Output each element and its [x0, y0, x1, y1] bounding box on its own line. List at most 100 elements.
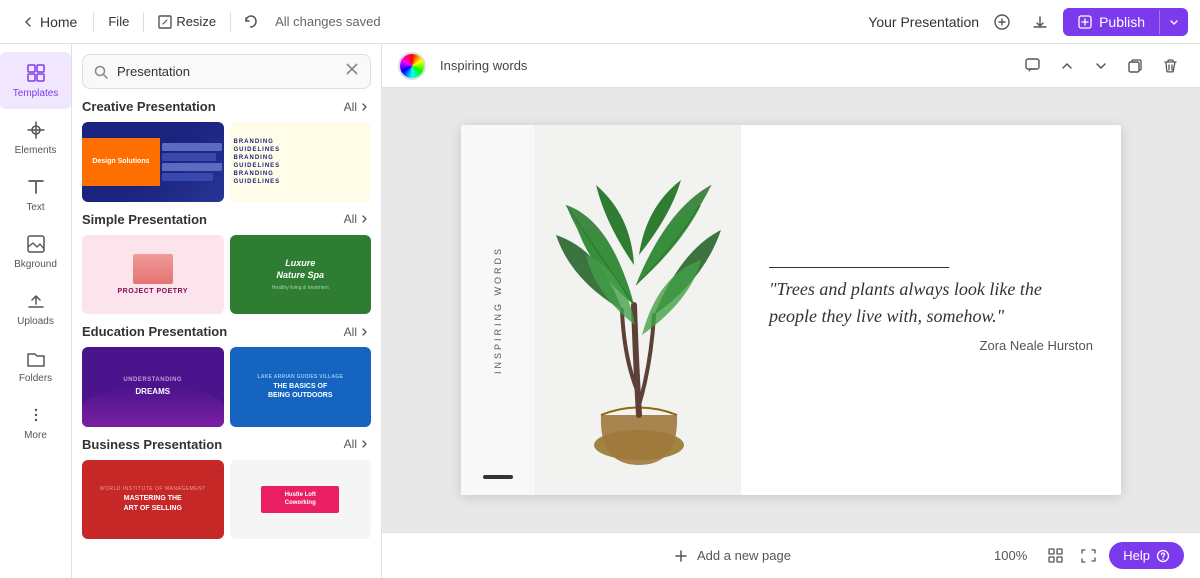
chevron-right-icon	[359, 326, 371, 338]
canvas-toolbar: Inspiring words	[382, 44, 1200, 88]
search-icon	[93, 64, 109, 80]
add-page-label: Add a new page	[697, 548, 791, 563]
canvas-toolbar-right	[1019, 52, 1184, 79]
template-card-project-poetry[interactable]: Project Poetry	[82, 235, 224, 315]
business-title: Business Presentation	[82, 437, 222, 452]
publish-dropdown[interactable]	[1159, 10, 1188, 34]
fullscreen-button[interactable]	[1076, 543, 1101, 568]
search-box	[82, 54, 371, 89]
bottom-bar: Add a new page 100% Help	[382, 532, 1200, 578]
download-button[interactable]	[1025, 7, 1055, 37]
education-section: Education Presentation All Understanding…	[82, 324, 371, 427]
publish-button[interactable]: Publish	[1063, 8, 1188, 36]
template-card-hustle[interactable]: Hustle LoftCoworking	[230, 460, 372, 540]
slide-left-panel: Inspiring Words	[461, 125, 536, 495]
expand-button[interactable]	[1088, 53, 1114, 79]
sidebar-item-text[interactable]: Text	[0, 166, 71, 223]
template-card-understanding[interactable]: Understanding Dreams	[82, 347, 224, 427]
text-label: Text	[26, 202, 44, 213]
save-status: All changes saved	[275, 14, 381, 29]
slide-decorative-line	[769, 267, 949, 268]
home-label: Home	[40, 14, 77, 30]
grid-view-icon	[1047, 547, 1064, 564]
business-all[interactable]: All	[344, 437, 371, 451]
folder-icon	[25, 347, 47, 369]
sidebar-item-templates[interactable]: Templates	[0, 52, 71, 109]
business-section: Business Presentation All World Institut…	[82, 437, 371, 540]
chevron-up-icon	[1059, 58, 1075, 74]
canvas-area: Inspiring words	[382, 44, 1200, 578]
search-clear-button[interactable]	[344, 61, 360, 82]
share-button[interactable]	[987, 7, 1017, 37]
template-card-branding[interactable]: BRANDING GUIDELINES BRANDING GUIDELINES …	[230, 122, 372, 202]
background-label: Bkground	[14, 259, 57, 270]
slide-quote-container: "Trees and plants always look like the p…	[769, 267, 1093, 353]
duplicate-button[interactable]	[1122, 52, 1149, 79]
background-icon	[25, 233, 47, 255]
undo-button[interactable]	[239, 10, 263, 34]
comment-icon	[1024, 57, 1041, 74]
creative-section: Creative Presentation All Design Solutio…	[82, 99, 371, 202]
home-button[interactable]: Home	[12, 10, 85, 34]
chevron-down-icon	[1168, 16, 1180, 28]
sidebar-icons: Templates Elements Text Bkground Uploads…	[0, 44, 72, 578]
grid-view-button[interactable]	[1043, 543, 1068, 568]
help-button[interactable]: Help	[1109, 542, 1184, 569]
trash-icon	[1162, 57, 1179, 74]
education-title: Education Presentation	[82, 324, 227, 339]
publish-icon	[1077, 14, 1093, 30]
separator	[93, 12, 94, 32]
file-label: File	[108, 14, 129, 29]
sidebar-item-folders[interactable]: Folders	[0, 337, 71, 394]
sidebar-item-more[interactable]: More	[0, 394, 71, 451]
text-icon	[25, 176, 47, 198]
upload-icon	[25, 290, 47, 312]
publish-label: Publish	[1099, 14, 1145, 30]
help-label: Help	[1123, 548, 1150, 563]
sidebar-item-uploads[interactable]: Uploads	[0, 280, 71, 337]
slide-author-text: Zora Neale Hurston	[769, 338, 1093, 353]
zoom-level[interactable]: 100%	[986, 544, 1035, 567]
business-grid: World Institute of Management MASTERING …	[82, 460, 371, 540]
simple-grid: Project Poetry LuxureNature Spa Healthy …	[82, 235, 371, 315]
sidebar-item-elements[interactable]: Elements	[0, 109, 71, 166]
canvas-toolbar-left: Inspiring words	[398, 52, 527, 80]
uploads-label: Uploads	[17, 316, 54, 327]
resize-button[interactable]: Resize	[152, 10, 222, 33]
close-icon	[344, 61, 360, 77]
share-icon	[993, 13, 1011, 31]
comment-button[interactable]	[1019, 52, 1046, 79]
education-all[interactable]: All	[344, 325, 371, 339]
creative-title: Creative Presentation	[82, 99, 216, 114]
file-button[interactable]: File	[102, 10, 135, 33]
slide-image-panel	[536, 125, 741, 495]
search-input[interactable]	[117, 64, 336, 79]
creative-header: Creative Presentation All	[82, 99, 371, 114]
template-card-design-solutions[interactable]: Design Solutions	[82, 122, 224, 202]
template-card-basics[interactable]: Lake Arrian Guides Village THE BASICS OF…	[230, 347, 372, 427]
simple-all[interactable]: All	[344, 212, 371, 226]
document-title[interactable]: Your Presentation	[868, 14, 979, 30]
collapse-button[interactable]	[1054, 53, 1080, 79]
templates-label: Templates	[13, 88, 59, 99]
grid-icon	[25, 62, 47, 84]
education-header: Education Presentation All	[82, 324, 371, 339]
topbar: Home File Resize All changes saved Your …	[0, 0, 1200, 44]
bottom-right: 100% Help	[986, 542, 1184, 569]
resize-label: Resize	[176, 14, 216, 29]
template-card-mastering[interactable]: World Institute of Management MASTERING …	[82, 460, 224, 540]
template-card-luxure[interactable]: LuxureNature Spa Healthy living & treatm…	[230, 235, 372, 315]
slide-page-name: Inspiring words	[440, 58, 527, 73]
more-icon	[25, 404, 47, 426]
resize-icon	[158, 15, 172, 29]
topbar-right: Your Presentation Publish	[868, 7, 1188, 37]
duplicate-icon	[1127, 57, 1144, 74]
delete-button[interactable]	[1157, 52, 1184, 79]
sidebar-item-background[interactable]: Bkground	[0, 223, 71, 280]
elements-label: Elements	[15, 145, 57, 156]
slide-canvas[interactable]: Inspiring Words	[461, 125, 1121, 495]
color-picker-button[interactable]	[398, 52, 426, 80]
creative-all[interactable]: All	[344, 100, 371, 114]
download-icon	[1031, 13, 1049, 31]
add-page-button[interactable]: Add a new page	[478, 548, 986, 564]
